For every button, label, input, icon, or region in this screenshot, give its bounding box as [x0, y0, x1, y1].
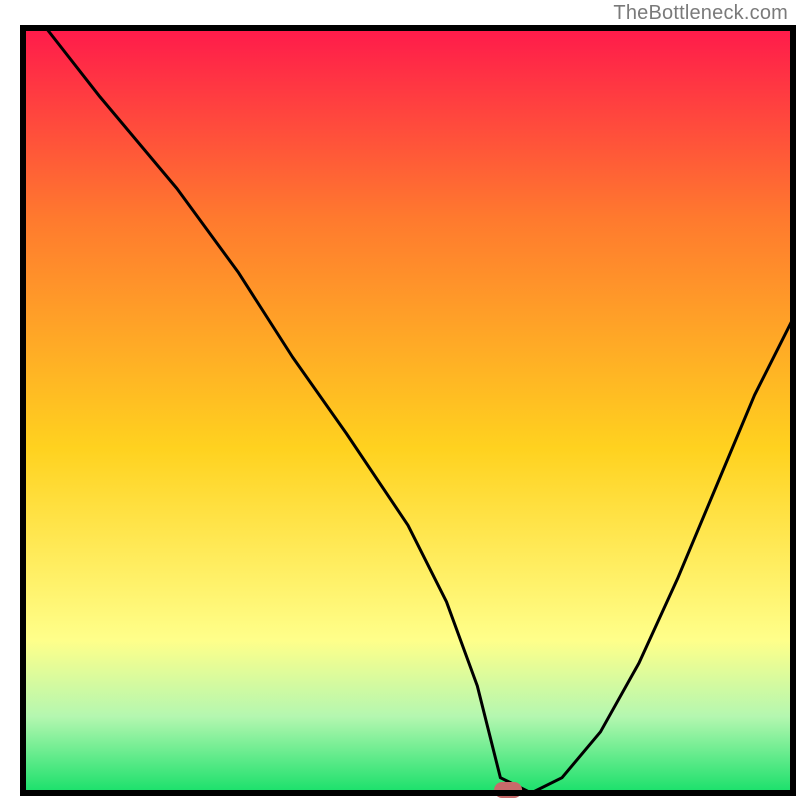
bottleneck-chart — [0, 0, 800, 800]
